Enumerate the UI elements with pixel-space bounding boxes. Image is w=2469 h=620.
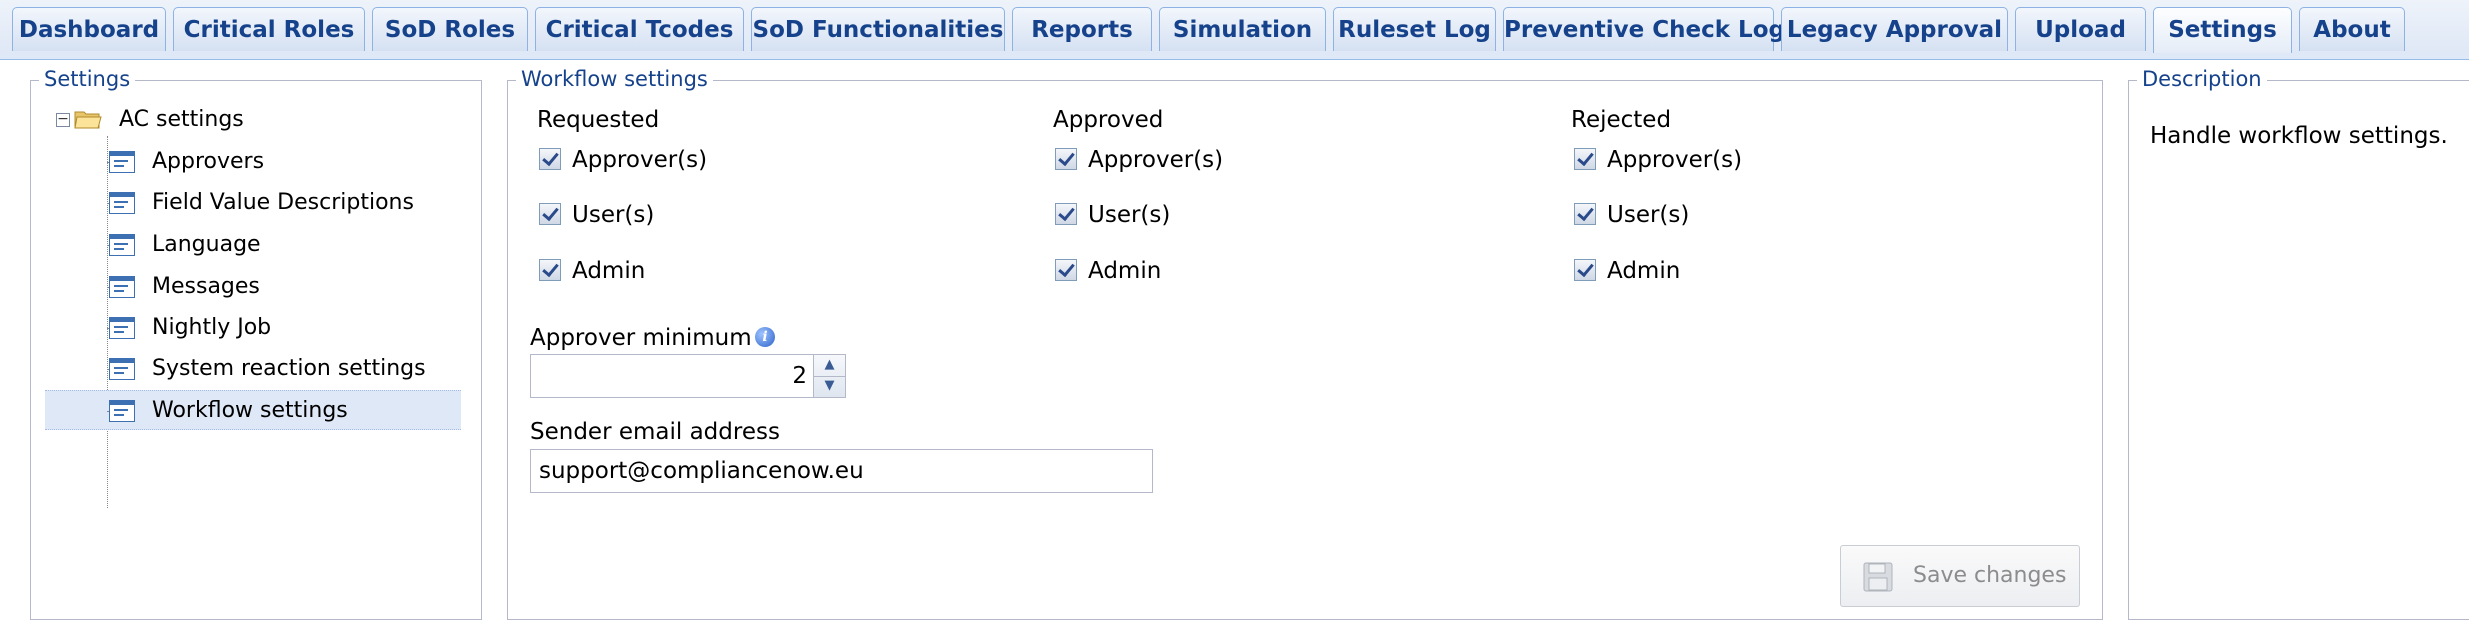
floppy-disk-icon — [1863, 562, 1893, 592]
checkbox-label: User(s) — [1088, 202, 1171, 228]
checkbox-label: Admin — [1607, 258, 1681, 284]
checkbox-label: User(s) — [572, 202, 655, 228]
tree-item-field-value-descriptions[interactable]: Field Value Descriptions — [31, 183, 481, 223]
tab-critical-roles[interactable]: Critical Roles — [173, 7, 365, 51]
settings-leaf-icon — [109, 317, 135, 339]
workflow-panel-legend: Workflow settings — [516, 66, 713, 92]
tab-upload[interactable]: Upload — [2015, 7, 2146, 51]
settings-leaf-icon — [109, 400, 135, 422]
tab-reports[interactable]: Reports — [1012, 7, 1152, 51]
checkbox-checked-icon[interactable] — [539, 259, 561, 281]
tree-item-label: Workflow settings — [152, 398, 348, 423]
main-tab-bar: Dashboard Critical Roles SoD Roles Criti… — [0, 0, 2469, 55]
tree-item-label: Field Value Descriptions — [152, 190, 414, 215]
checkbox-label: User(s) — [1607, 202, 1690, 228]
tree-item-label: Nightly Job — [152, 315, 272, 340]
settings-leaf-icon — [109, 192, 135, 214]
checkbox-label: Approver(s) — [572, 147, 708, 173]
approver-minimum-value[interactable]: 2 — [792, 355, 807, 397]
tab-about[interactable]: About — [2299, 7, 2405, 51]
checkbox-checked-icon[interactable] — [539, 148, 561, 170]
tree-item-label: Language — [152, 232, 261, 257]
settings-leaf-icon — [109, 358, 135, 380]
tab-preventive-check-log[interactable]: Preventive Check Log — [1503, 7, 1785, 51]
tab-sod-roles[interactable]: SoD Roles — [372, 7, 528, 51]
approver-minimum-label: Approver minimum — [530, 325, 752, 351]
checkbox-label: Admin — [1088, 258, 1162, 284]
checkbox-label: Approver(s) — [1607, 147, 1743, 173]
tree-item-language[interactable]: Language — [31, 225, 481, 265]
checkbox-checked-icon[interactable] — [1055, 203, 1077, 225]
tree-item-approvers[interactable]: Approvers — [31, 142, 481, 182]
column-heading-requested: Requested — [537, 107, 660, 133]
tree-item-nightly-job[interactable]: Nightly Job — [31, 308, 481, 348]
info-icon[interactable]: i — [755, 327, 775, 347]
checkbox-checked-icon[interactable] — [1574, 203, 1596, 225]
folder-open-icon — [74, 111, 102, 129]
tab-strip-underline — [0, 53, 2469, 60]
tree-item-messages[interactable]: Messages — [31, 267, 481, 307]
sender-email-input[interactable] — [530, 449, 1153, 493]
tree-root-ac-settings[interactable]: − AC settings — [31, 100, 481, 140]
tree-item-workflow-settings[interactable]: Workflow settings — [45, 390, 461, 430]
tree-item-label: Approvers — [152, 149, 265, 174]
chevron-up-icon[interactable]: ▲ — [814, 355, 845, 377]
tree-root-label: AC settings — [119, 107, 244, 132]
checkbox-label: Approver(s) — [1088, 147, 1224, 173]
tab-sod-functionalities[interactable]: SoD Functionalities — [751, 7, 1005, 51]
stepper-buttons: ▲ ▼ — [813, 355, 845, 397]
tree-item-label: System reaction settings — [152, 356, 426, 381]
checkbox-checked-icon[interactable] — [1574, 148, 1596, 170]
save-changes-label: Save changes — [1913, 563, 2067, 588]
checkbox-checked-icon[interactable] — [539, 203, 561, 225]
settings-leaf-icon — [109, 234, 135, 256]
description-panel-legend: Description — [2137, 66, 2267, 92]
minus-icon[interactable]: − — [56, 112, 70, 127]
tab-dashboard[interactable]: Dashboard — [12, 7, 166, 51]
checkbox-checked-icon[interactable] — [1055, 148, 1077, 170]
settings-leaf-icon — [109, 276, 135, 298]
checkbox-checked-icon[interactable] — [1574, 259, 1596, 281]
checkbox-checked-icon[interactable] — [1055, 259, 1077, 281]
checkbox-label: Admin — [572, 258, 646, 284]
tab-ruleset-log[interactable]: Ruleset Log — [1333, 7, 1496, 51]
tree-item-label: Messages — [152, 274, 260, 299]
sender-email-label: Sender email address — [530, 419, 780, 445]
settings-panel-legend: Settings — [39, 66, 136, 92]
settings-panel: Settings − AC settings Approvers Field V… — [30, 66, 482, 620]
approver-minimum-stepper[interactable]: 2 ▲ ▼ — [530, 354, 846, 398]
tab-legacy-approval[interactable]: Legacy Approval — [1781, 7, 2008, 51]
tree-item-system-reaction-settings[interactable]: System reaction settings — [31, 349, 481, 389]
tab-simulation[interactable]: Simulation — [1159, 7, 1326, 51]
tab-critical-tcodes[interactable]: Critical Tcodes — [535, 7, 744, 51]
workflow-settings-panel: Workflow settings Requested Approver(s) … — [507, 66, 2103, 620]
chevron-down-icon[interactable]: ▼ — [814, 376, 845, 397]
settings-leaf-icon — [109, 151, 135, 173]
column-heading-rejected: Rejected — [1571, 107, 1672, 133]
save-changes-button[interactable]: Save changes — [1840, 545, 2080, 607]
description-text: Handle workflow settings. — [2150, 123, 2448, 149]
description-panel: Description Handle workflow settings. — [2128, 66, 2469, 620]
tab-settings[interactable]: Settings — [2153, 7, 2292, 54]
column-heading-approved: Approved — [1053, 107, 1164, 133]
